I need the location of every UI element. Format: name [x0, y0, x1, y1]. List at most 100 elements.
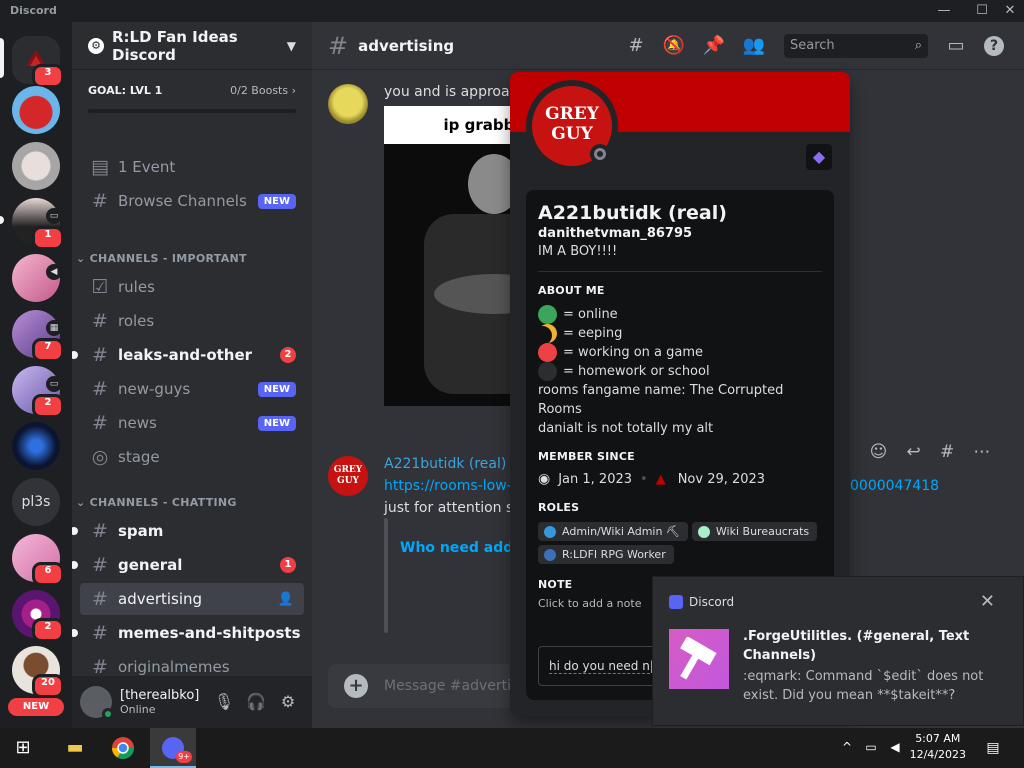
- about-line-6: danialt is not totally my alt: [538, 421, 714, 436]
- channel-general[interactable]: # general 1: [80, 549, 304, 581]
- roles-heading: ROLES: [538, 501, 580, 514]
- browse-hash-icon: #: [92, 190, 108, 212]
- server-icon-6[interactable]: ▦ 7: [12, 310, 64, 362]
- server-icon-rld[interactable]: 3: [12, 36, 64, 88]
- avatar[interactable]: GREY GUY: [328, 456, 368, 496]
- clock[interactable]: 5:07 AM 12/4/2023: [910, 731, 966, 763]
- server-badge: 1: [32, 226, 64, 250]
- server-icon-10[interactable]: 6: [12, 534, 64, 586]
- chrome-icon[interactable]: [100, 728, 146, 768]
- server-icon-8[interactable]: [12, 422, 60, 470]
- discord-logo-icon: [669, 595, 683, 609]
- browse-channels-item[interactable]: # Browse Channels NEW: [80, 185, 304, 217]
- pronouns: IM A BOY!!!!: [538, 244, 618, 259]
- settings-gear-icon[interactable]: ⚙: [272, 686, 304, 718]
- channel-spam[interactable]: # spam: [80, 515, 304, 547]
- channel-title: advertising: [358, 36, 455, 55]
- calendar-icon: ▦: [46, 320, 62, 336]
- discord-window: Discord — ☐ ✕ 3 ▭ 1 ◀ ▦ 7 ▭ 2 pl3s 6 2 2…: [0, 0, 1024, 768]
- microphone-icon[interactable]: 🎙: [208, 686, 240, 718]
- stage-icon: ◎: [91, 446, 109, 468]
- channel-news[interactable]: # news NEW: [80, 407, 304, 439]
- server-icon-angry-bird[interactable]: [12, 86, 60, 134]
- server-icon-3[interactable]: [12, 142, 60, 190]
- add-attachment-icon[interactable]: +: [344, 674, 368, 698]
- channel-new-guys[interactable]: # new-guys NEW: [80, 373, 304, 405]
- events-item[interactable]: ▤ 1 Event: [80, 151, 304, 183]
- embed-title[interactable]: Who need adde: [400, 540, 523, 556]
- add-member-icon[interactable]: 👤: [278, 592, 294, 607]
- new-tag: NEW: [257, 415, 296, 431]
- message-author[interactable]: A221butidk (real): [384, 456, 506, 472]
- pin-icon[interactable]: 📌: [702, 34, 726, 58]
- new-unreads-badge[interactable]: NEW: [8, 698, 64, 716]
- windows-start-icon[interactable]: ⊞: [0, 728, 46, 768]
- search-input[interactable]: Search ⌕: [784, 34, 928, 58]
- about-line-online: = online: [538, 305, 822, 324]
- server-icon-5[interactable]: ◀: [12, 254, 62, 302]
- inbox-icon[interactable]: ▭: [944, 34, 968, 58]
- username: danithetvman_86795: [538, 226, 693, 241]
- server-icon-12[interactable]: 20: [12, 646, 64, 698]
- role-pill[interactable]: R:LDFI RPG Worker: [538, 545, 674, 564]
- hypesquad-badge-icon[interactable]: ◆: [806, 144, 832, 170]
- member-list-icon[interactable]: 👥: [742, 34, 766, 58]
- member-since-heading: MEMBER SINCE: [538, 450, 635, 463]
- channel-memes[interactable]: # memes-and-shitposts: [80, 617, 304, 649]
- avatar[interactable]: [328, 84, 368, 124]
- divider: [538, 271, 822, 272]
- maximize-button[interactable]: ☐: [970, 2, 994, 20]
- category-important[interactable]: ⌄ CHANNELS - IMPORTANT: [76, 252, 247, 265]
- guild-header[interactable]: ⚙ R:LD Fan Ideas Discord ▼: [72, 22, 312, 70]
- boost-count: 0/2 Boosts: [230, 84, 289, 97]
- discord-taskbar-icon[interactable]: 9+: [150, 728, 196, 768]
- notification-header: Discord: [669, 595, 734, 609]
- role-pill[interactable]: Admin/Wiki Admin ⛏: [538, 522, 688, 541]
- message-link-end[interactable]: 0000047418: [850, 478, 939, 494]
- help-icon[interactable]: ?: [984, 36, 1004, 56]
- server-icon-11[interactable]: 2: [12, 590, 64, 642]
- close-button[interactable]: ✕: [998, 2, 1022, 20]
- title-bar: Discord — ☐ ✕: [0, 0, 1024, 22]
- tray-chevron-icon[interactable]: ^: [838, 740, 856, 756]
- server-icon-4[interactable]: ▭ 1: [12, 198, 64, 250]
- about-line-working: = working on a game: [538, 343, 822, 362]
- discord-unread-badge: 9+: [176, 751, 192, 763]
- hash-icon: #: [328, 31, 349, 60]
- channel-roles[interactable]: # roles: [80, 305, 304, 337]
- red-circle-icon: [538, 343, 557, 362]
- action-center-icon[interactable]: ▤: [984, 740, 1002, 756]
- black-circle-icon: [538, 362, 557, 381]
- notification-close-icon[interactable]: ✕: [980, 591, 995, 612]
- boost-goal[interactable]: GOAL: LVL 1 0/2 Boosts ›: [72, 70, 312, 138]
- user-name: [therealbko]: [120, 688, 200, 703]
- threads-icon[interactable]: #: [624, 34, 648, 58]
- channel-stage[interactable]: ◎ stage: [80, 441, 304, 473]
- reply-icon[interactable]: ↩: [907, 442, 921, 462]
- channel-leaks-and-other[interactable]: # leaks-and-other 2: [80, 339, 304, 371]
- more-icon[interactable]: ⋯: [973, 442, 990, 462]
- profile-avatar[interactable]: GREY GUY: [526, 80, 618, 172]
- file-explorer-icon[interactable]: ▬: [52, 728, 98, 768]
- search-icon: ⌕: [914, 38, 922, 53]
- minimize-button[interactable]: —: [932, 2, 956, 20]
- headphones-icon[interactable]: 🎧: [240, 686, 272, 718]
- role-pill[interactable]: Wiki Bureaucrats: [691, 522, 818, 541]
- channel-advertising[interactable]: # advertising 👤: [80, 583, 304, 615]
- channel-rules[interactable]: ☑ rules: [80, 271, 304, 303]
- avatar[interactable]: [80, 686, 114, 720]
- notification-app: Discord: [689, 595, 735, 609]
- category-chatting[interactable]: ⌄ CHANNELS - CHATTING: [76, 496, 237, 509]
- message-link[interactable]: https://rooms-low-: [384, 478, 512, 494]
- create-thread-icon[interactable]: #: [940, 442, 954, 462]
- server-icon-pl3s[interactable]: pl3s: [12, 478, 60, 526]
- notification-toast[interactable]: Discord ✕ .ForgeUtilitles. (#general, Te…: [652, 576, 1024, 726]
- volume-muted-icon[interactable]: ◀: [886, 740, 904, 756]
- unread-indicator: [72, 629, 78, 637]
- mute-bell-icon[interactable]: 🔕: [662, 34, 686, 58]
- discord-logo-icon: ◉: [538, 471, 551, 487]
- message-actions: ☺ ↩ # ⋯: [860, 434, 1000, 470]
- add-reaction-icon[interactable]: ☺: [870, 442, 888, 462]
- server-icon-7[interactable]: ▭ 2: [12, 366, 64, 418]
- network-icon[interactable]: ▭: [862, 740, 880, 756]
